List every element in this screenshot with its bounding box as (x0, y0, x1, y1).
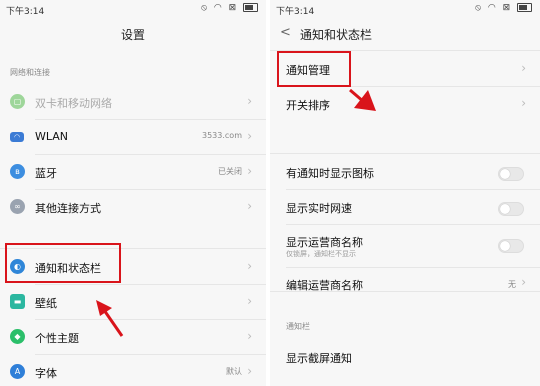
highlight-box (277, 51, 351, 87)
mute-icon: ⦸ (201, 3, 209, 13)
show-screenshot-notification-item[interactable]: 显示截屏通知 (270, 340, 540, 374)
status-time: 下午3:14 (276, 7, 315, 17)
show-icon-toggle-row[interactable]: 有通知时显示图标 (270, 155, 540, 189)
back-icon[interactable]: < (280, 25, 291, 40)
close-icon: ⊠ (502, 3, 513, 13)
item-label: 显示实时网速 (286, 202, 352, 215)
show-icon-toggle[interactable] (498, 167, 524, 181)
annotation-arrow (96, 300, 124, 337)
settings-item-other-connections[interactable]: ∞ 其他连接方式 › (0, 190, 266, 224)
status-bar: 下午3:14 ⦸ ◠ ⊠ (0, 0, 266, 18)
network-speed-toggle-row[interactable]: 显示实时网速 (270, 190, 540, 224)
chevron-right-icon: › (521, 61, 526, 75)
battery-icon (243, 3, 258, 12)
page-title: 通知和状态栏 (300, 28, 373, 42)
settings-item-font[interactable]: A 字体 默认 › (0, 355, 266, 386)
close-icon: ⊠ (228, 3, 239, 13)
wifi-icon: ◠ (213, 3, 224, 13)
font-icon: A (10, 364, 25, 379)
chevron-right-icon: › (247, 129, 252, 143)
edit-carrier-name-item[interactable]: 编辑运营商名称 无 › (270, 268, 540, 292)
settings-item-label: 壁纸 (35, 297, 57, 310)
item-label: 显示截屏通知 (286, 352, 352, 365)
chevron-right-icon: › (521, 275, 526, 289)
settings-item-label: 其他连接方式 (35, 202, 101, 215)
settings-item-label: 个性主题 (35, 332, 79, 345)
section-notification-bar-label: 通知栏 (286, 322, 310, 331)
settings-item-label: 双卡和移动网络 (35, 97, 112, 110)
highlight-box (5, 243, 121, 283)
title-bar: < 通知和状态栏 (270, 18, 540, 50)
chevron-right-icon: › (247, 164, 252, 178)
settings-item-label: WLAN (35, 130, 69, 143)
settings-item-wallpaper[interactable]: ▬ 壁纸 › (0, 285, 266, 319)
battery-icon (517, 3, 532, 12)
chevron-right-icon: › (247, 294, 252, 308)
wifi-icon: ◠ (487, 3, 498, 13)
divider (270, 291, 540, 292)
status-icons: ⦸ ◠ ⊠ (201, 3, 258, 13)
divider (270, 153, 540, 154)
settings-item-label: 字体 (35, 367, 57, 380)
carrier-name-toggle-row[interactable]: 显示运营商名称 仅锁屏，通知栏不显示 (270, 225, 540, 267)
settings-item-label: 蓝牙 (35, 167, 57, 180)
status-icons: ⦸ ◠ ⊠ (475, 3, 532, 13)
sim-icon: ▢ (10, 94, 25, 109)
settings-item-dual-sim[interactable]: ▢ 双卡和移动网络 › (0, 85, 266, 119)
chevron-right-icon: › (247, 329, 252, 343)
theme-icon: ◆ (10, 329, 25, 344)
status-bar: 下午3:14 ⦸ ◠ ⊠ (270, 0, 540, 18)
wifi-icon: ◠ (10, 132, 24, 142)
chevron-right-icon: › (247, 94, 252, 108)
item-label: 开关排序 (286, 99, 330, 112)
settings-item-wlan[interactable]: ◠ WLAN 3533.com › (0, 120, 266, 154)
title-bar: 设置 (0, 18, 266, 50)
page-title: 设置 (120, 28, 145, 42)
font-value: 默认 (226, 367, 242, 376)
status-time: 下午3:14 (6, 7, 45, 17)
item-sublabel: 仅锁屏，通知栏不显示 (286, 250, 356, 258)
network-speed-toggle[interactable] (498, 202, 524, 216)
item-label: 显示运营商名称 (286, 236, 363, 249)
carrier-name-toggle[interactable] (498, 239, 524, 253)
link-icon: ∞ (10, 199, 25, 214)
settings-item-bluetooth[interactable]: ʙ 蓝牙 已关闭 › (0, 155, 266, 189)
mute-icon: ⦸ (475, 3, 483, 13)
chevron-right-icon: › (247, 364, 252, 378)
chevron-right-icon: › (247, 259, 252, 273)
chevron-right-icon: › (521, 96, 526, 110)
wallpaper-icon: ▬ (10, 294, 25, 309)
settings-item-themes[interactable]: ◆ 个性主题 › (0, 320, 266, 354)
chevron-right-icon: › (247, 199, 252, 213)
annotation-arrow (349, 88, 376, 111)
wlan-value: 3533.com (202, 131, 242, 140)
bluetooth-value: 已关闭 (218, 167, 242, 176)
bluetooth-icon: ʙ (10, 164, 25, 179)
section-network-label: 网络和连接 (10, 68, 50, 77)
notifications-screen: 下午3:14 ⦸ ◠ ⊠ < 通知和状态栏 通知管理 › 开关排序 › 有通知时… (270, 0, 540, 386)
settings-screen: 下午3:14 ⦸ ◠ ⊠ 设置 网络和连接 ▢ 双卡和移动网络 › ◠ WLAN… (0, 0, 266, 386)
edit-carrier-value: 无 (508, 280, 516, 289)
switch-order-item[interactable]: 开关排序 › (270, 87, 540, 121)
item-label: 有通知时显示图标 (286, 167, 374, 180)
